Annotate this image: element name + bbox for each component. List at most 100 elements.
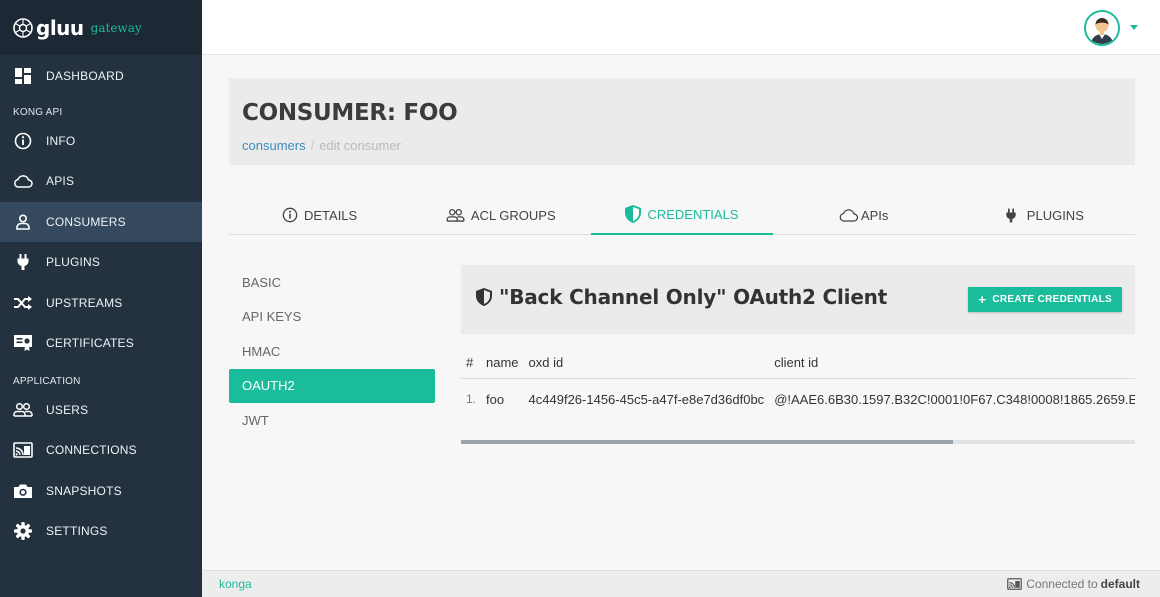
gluu-logo-icon — [13, 17, 33, 38]
sidebar-item-users[interactable]: USERS — [0, 390, 202, 431]
subnav-item-api-keys[interactable]: API KEYS — [229, 300, 435, 335]
subnav-item-basic[interactable]: BASIC — [229, 265, 435, 300]
connection-status-target: default — [1100, 577, 1140, 591]
plug-icon — [13, 253, 33, 271]
panel-title: "Back Channel Only" OAuth2 Client — [476, 285, 887, 309]
tab-label: ACL GROUPS — [470, 207, 556, 223]
scrollbar-thumb[interactable] — [461, 440, 953, 444]
row-client-id: @!AAE6.6B30.1597.B32C!0001!0F67.C348!000… — [774, 391, 1135, 407]
sidebar-item-settings[interactable]: SETTINGS — [0, 511, 202, 552]
sidebar-item-label: CERTIFICATES — [46, 336, 134, 351]
credential-type-nav: BASIC API KEYS HMAC OAUTH2 JWT — [229, 265, 435, 438]
tab-apis[interactable]: APIs — [773, 195, 954, 235]
subnav-item-jwt[interactable]: JWT — [229, 403, 435, 438]
sidebar-section-kong: KONG API — [13, 106, 63, 118]
credentials-table-container: # name oxd id client id 1. foo 4c449f26-… — [461, 348, 1135, 420]
shield-icon — [625, 205, 642, 223]
plug-icon — [1005, 208, 1017, 223]
create-credentials-label: CREATE CREDENTIALS — [992, 294, 1112, 305]
sidebar-item-plugins[interactable]: PLUGINS — [0, 242, 202, 283]
tab-acl-groups[interactable]: ACL GROUPS — [410, 195, 591, 235]
brand-logo[interactable]: gluu gateway — [0, 0, 202, 55]
tab-label: CREDENTIALS — [647, 206, 739, 222]
sidebar-item-connections[interactable]: CONNECTIONS — [0, 430, 202, 471]
horizontal-scrollbar[interactable] — [461, 440, 1135, 444]
connection-status[interactable]: Connected to default — [1007, 577, 1140, 591]
plus-icon: + — [978, 292, 987, 307]
info-icon — [282, 207, 298, 223]
subnav-item-oauth2[interactable]: OAUTH2 — [229, 368, 435, 403]
sidebar-item-consumers[interactable]: CONSUMERS — [0, 201, 202, 242]
sidebar-item-snapshots[interactable]: SNAPSHOTS — [0, 471, 202, 512]
sidebar-item-certificates[interactable]: CERTIFICATES — [0, 323, 202, 364]
breadcrumb-separator: / — [310, 138, 315, 153]
credentials-table: # name oxd id client id 1. foo 4c449f26-… — [461, 348, 1135, 420]
tab-bar: DETAILS ACL GROUPS CREDENTIALS APIs PLUG… — [229, 195, 1135, 235]
breadcrumb: consumers / edit consumer — [242, 138, 401, 153]
info-icon — [13, 132, 33, 150]
tab-credentials[interactable]: CREDENTIALS — [591, 195, 773, 235]
column-header-oxd-id: oxd id — [523, 348, 770, 379]
footer: konga Connected to default — [202, 570, 1160, 597]
page-title: CONSUMER: FOO — [242, 100, 458, 126]
certificate-icon — [13, 334, 33, 352]
column-header-number: # — [461, 348, 482, 379]
top-bar — [202, 0, 1160, 55]
sidebar-item-label: CONSUMERS — [46, 214, 126, 229]
sidebar-item-apis[interactable]: APIS — [0, 161, 202, 202]
cast-icon — [1007, 578, 1023, 590]
gear-icon — [13, 522, 33, 541]
cast-icon — [13, 441, 33, 459]
sidebar-item-label: USERS — [46, 402, 89, 417]
sidebar-item-upstreams[interactable]: UPSTREAMS — [0, 283, 202, 324]
column-header-client-id: client id — [769, 348, 1135, 379]
sidebar-item-label: UPSTREAMS — [46, 295, 123, 310]
column-header-name: name — [481, 348, 524, 379]
brand-name: gluu — [36, 15, 84, 40]
subnav-item-hmac[interactable]: HMAC — [229, 334, 435, 369]
breadcrumb-current: edit consumer — [319, 138, 401, 153]
create-credentials-button[interactable]: + CREATE CREDENTIALS — [968, 287, 1122, 312]
sidebar-item-label: INFO — [46, 133, 76, 148]
breadcrumb-link-consumers[interactable]: consumers — [242, 138, 306, 153]
shuffle-icon — [13, 294, 33, 312]
sidebar-item-label: PLUGINS — [46, 255, 101, 270]
sidebar-section-application: APPLICATION — [13, 375, 81, 387]
connection-status-prefix: Connected to — [1026, 577, 1098, 591]
chevron-down-icon[interactable] — [1130, 25, 1138, 30]
user-avatar[interactable] — [1084, 10, 1120, 46]
sidebar-item-label: APIS — [46, 174, 75, 189]
users-icon — [13, 401, 33, 419]
main-content: CONSUMER: FOO consumers / edit consumer DE… — [202, 55, 1160, 570]
page-header: CONSUMER: FOO consumers / edit consumer — [229, 78, 1135, 165]
tab-label: DETAILS — [303, 207, 358, 223]
panel-header: "Back Channel Only" OAuth2 Client + CREA… — [461, 265, 1135, 334]
tab-label: APIs — [860, 207, 889, 223]
sidebar-item-info[interactable]: INFO — [0, 121, 202, 162]
tab-plugins[interactable]: PLUGINS — [954, 195, 1135, 235]
row-number: 1. — [466, 392, 477, 407]
cloud-icon — [13, 172, 33, 190]
user-icon — [13, 213, 33, 231]
sidebar: gluu gateway DASHBOARD KONG API INFO API… — [0, 0, 202, 597]
shield-icon — [476, 288, 492, 306]
sidebar-item-label: DASHBOARD — [46, 69, 124, 84]
tab-label: PLUGINS — [1026, 207, 1084, 223]
avatar-icon — [1086, 12, 1118, 44]
users-icon — [446, 208, 465, 222]
table-row[interactable]: 1. foo 4c449f26-1456-45c5-a47f-e8e7d36df… — [461, 378, 1135, 420]
camera-icon — [13, 482, 33, 500]
dashboard-icon — [13, 67, 33, 85]
footer-brand: konga — [219, 577, 252, 591]
oauth2-panel: "Back Channel Only" OAuth2 Client + CREA… — [461, 265, 1135, 444]
row-oxd-id: 4c449f26-1456-45c5-a47f-e8e7d36df0bc — [528, 391, 765, 407]
sidebar-item-label: SETTINGS — [46, 524, 108, 539]
sidebar-item-label: SNAPSHOTS — [46, 483, 122, 498]
panel-title-text: "Back Channel Only" OAuth2 Client — [499, 285, 888, 309]
row-name: foo — [486, 391, 505, 407]
tab-details[interactable]: DETAILS — [229, 195, 410, 235]
cloud-icon — [838, 208, 859, 222]
table-header-row: # name oxd id client id — [461, 348, 1135, 379]
brand-subtitle: gateway — [90, 20, 142, 35]
sidebar-item-dashboard[interactable]: DASHBOARD — [0, 56, 202, 97]
